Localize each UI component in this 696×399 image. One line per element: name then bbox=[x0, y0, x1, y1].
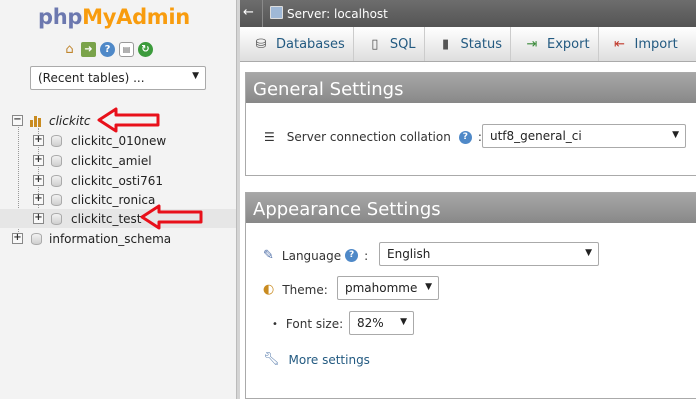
expand-icon[interactable]: + bbox=[33, 194, 44, 205]
expand-icon[interactable]: + bbox=[33, 175, 44, 186]
expand-icon[interactable]: + bbox=[33, 155, 44, 166]
help-icon[interactable]: ? bbox=[458, 130, 472, 144]
phpmyadmin-logo[interactable]: phpMyAdmin bbox=[38, 5, 190, 29]
tab-sql[interactable]: ▯ SQL bbox=[354, 27, 425, 61]
chevron-down-icon: ▼ bbox=[192, 71, 199, 81]
database-icon bbox=[51, 213, 62, 225]
font-size-value: 82% bbox=[357, 316, 384, 330]
general-settings-panel: General Settings ☰ Server connection col… bbox=[245, 72, 696, 176]
chevron-down-icon: ▼ bbox=[585, 248, 592, 258]
database-group-icon bbox=[30, 114, 44, 127]
logo-myadmin: MyAdmin bbox=[82, 5, 190, 29]
theme-value: pmahomme bbox=[345, 281, 418, 295]
database-icon bbox=[51, 155, 62, 167]
tree-item-label[interactable]: clickitc_010new bbox=[71, 134, 166, 148]
database-icon bbox=[31, 233, 42, 245]
tree-db-label[interactable]: clickitc bbox=[49, 114, 90, 128]
language-icon: ✎ bbox=[263, 248, 274, 263]
phpmyadmin-window: phpMyAdmin ⌂ ➜ ? ▤ ↻ (Recent tables) ...… bbox=[0, 0, 696, 399]
import-icon: ⇤ bbox=[614, 36, 625, 52]
collation-value: utf8_general_ci bbox=[490, 129, 582, 143]
reload-icon[interactable]: ↻ bbox=[138, 42, 153, 57]
bullet-icon: • bbox=[272, 318, 278, 330]
help-icon[interactable]: ? bbox=[100, 42, 115, 57]
language-value: English bbox=[387, 247, 431, 261]
server-breadcrumb[interactable]: Server: localhost bbox=[287, 7, 388, 21]
navigation-panel: phpMyAdmin ⌂ ➜ ? ▤ ↻ (Recent tables) ...… bbox=[0, 0, 236, 399]
annotation-arrow-icon bbox=[140, 204, 203, 230]
font-size-label: Font size: bbox=[285, 317, 344, 331]
tab-export[interactable]: ⇥ Export bbox=[511, 27, 599, 61]
list-icon: ☰ bbox=[264, 130, 275, 144]
export-icon: ⇥ bbox=[526, 36, 538, 52]
theme-row: ◐ Theme: bbox=[263, 282, 328, 297]
divider bbox=[262, 0, 263, 27]
more-settings-link[interactable]: More settings bbox=[289, 353, 370, 367]
recent-tables-value: (Recent tables) ... bbox=[38, 71, 145, 85]
annotation-arrow-icon bbox=[97, 107, 160, 133]
language-select[interactable]: English ▼ bbox=[379, 242, 599, 266]
tree-item-label[interactable]: clickitc_osti761 bbox=[71, 174, 163, 188]
tree-item-label[interactable]: clickitc_amiel bbox=[71, 154, 152, 168]
docs-icon[interactable]: ▤ bbox=[119, 42, 134, 57]
collation-label: Server connection collation bbox=[286, 130, 451, 144]
collation-row: ☰ Server connection collation ? : bbox=[264, 130, 482, 144]
database-icon bbox=[51, 135, 62, 147]
database-icon: ⛁ bbox=[255, 36, 267, 52]
chevron-down-icon: ▼ bbox=[400, 317, 407, 327]
tree-db-label[interactable]: information_schema bbox=[49, 232, 171, 246]
tab-label: Import bbox=[634, 36, 678, 52]
tab-label: Export bbox=[546, 36, 590, 52]
expand-icon[interactable]: + bbox=[12, 233, 23, 244]
server-icon bbox=[270, 6, 283, 19]
tab-status[interactable]: ▮ Status bbox=[425, 27, 511, 61]
language-row: ✎ Language ? : bbox=[263, 248, 368, 263]
database-icon bbox=[51, 194, 62, 206]
collation-select[interactable]: utf8_general_ci ▼ bbox=[482, 124, 686, 148]
tab-databases[interactable]: ⛁ Databases bbox=[240, 27, 354, 61]
tab-label: SQL bbox=[389, 36, 416, 52]
panel-title: Appearance Settings bbox=[246, 193, 696, 223]
expand-icon[interactable]: + bbox=[33, 213, 44, 224]
font-size-row: • Font size: bbox=[272, 317, 343, 331]
theme-select[interactable]: pmahomme ▼ bbox=[337, 276, 439, 300]
separator: : bbox=[364, 248, 369, 263]
theme-label: Theme: bbox=[282, 282, 328, 297]
font-size-select[interactable]: 82% ▼ bbox=[349, 311, 414, 335]
tree-item-label[interactable]: clickitc_test bbox=[71, 212, 142, 226]
status-icon: ▮ bbox=[441, 36, 450, 52]
chevron-down-icon: ▼ bbox=[672, 130, 679, 140]
top-menu-tabs: ⛁ Databases ▯ SQL ▮ Status ⇥ Export ⇤ Im… bbox=[240, 27, 696, 62]
exit-icon[interactable]: ➜ bbox=[81, 42, 96, 57]
expand-icon[interactable]: + bbox=[33, 135, 44, 146]
sql-icon: ▯ bbox=[371, 36, 379, 52]
appearance-settings-panel: Appearance Settings ✎ Language ? : Engli… bbox=[245, 192, 696, 399]
database-icon bbox=[51, 175, 62, 187]
recent-tables-select[interactable]: (Recent tables) ... ▼ bbox=[30, 66, 206, 90]
chevron-down-icon: ▼ bbox=[425, 282, 432, 292]
tab-label: Databases bbox=[276, 36, 345, 52]
collapse-icon[interactable]: − bbox=[12, 115, 23, 126]
language-label: Language bbox=[281, 248, 342, 263]
tree-item[interactable]: + clickitc_osti761 bbox=[0, 171, 236, 190]
home-icon[interactable]: ⌂ bbox=[62, 42, 77, 57]
navigation-icon-bar: ⌂ ➜ ? ▤ ↻ bbox=[62, 42, 153, 57]
tab-import[interactable]: ⇤ Import bbox=[599, 27, 686, 61]
wrench-icon: 🔧︎ bbox=[263, 352, 280, 367]
help-icon[interactable]: ? bbox=[345, 249, 359, 262]
palette-icon: ◐ bbox=[263, 282, 275, 297]
tree-item[interactable]: + clickitc_amiel bbox=[0, 151, 236, 170]
tab-label: Status bbox=[460, 36, 502, 52]
server-breadcrumb-bar: ← Server: localhost bbox=[240, 0, 696, 27]
back-arrow-icon[interactable]: ← bbox=[243, 5, 254, 20]
panel-title: General Settings bbox=[246, 73, 696, 103]
logo-php: php bbox=[38, 5, 83, 29]
more-settings-row[interactable]: 🔧︎ More settings bbox=[263, 352, 370, 367]
tree-db-information-schema[interactable]: + information_schema bbox=[0, 229, 236, 248]
